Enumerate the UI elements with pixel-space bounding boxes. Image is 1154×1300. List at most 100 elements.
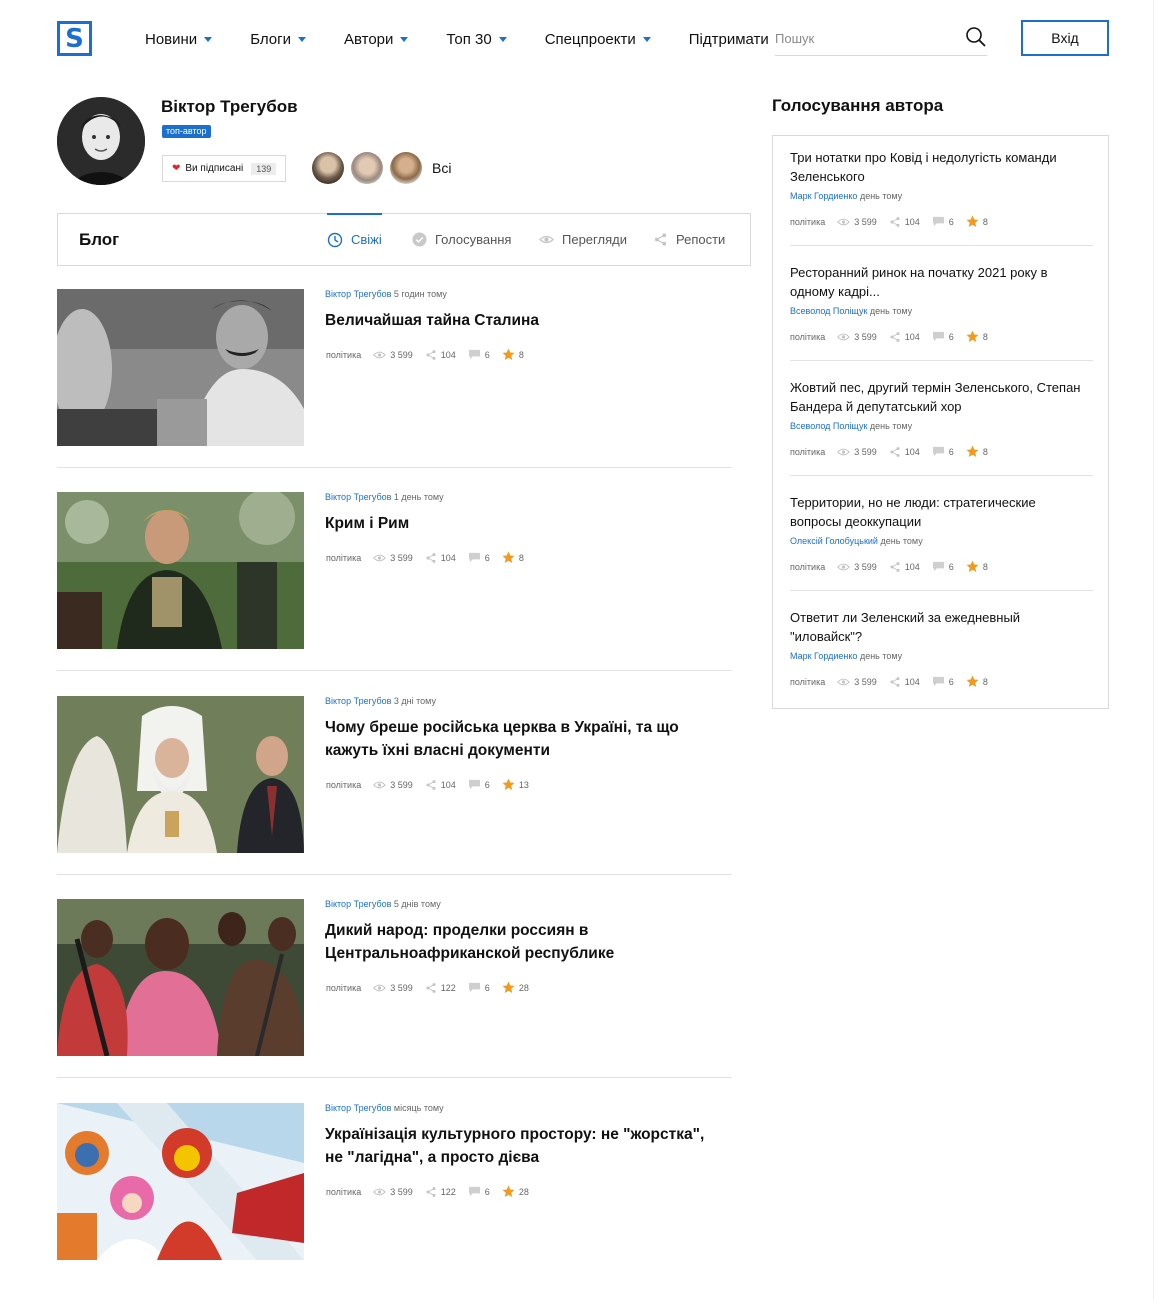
tab-fresh[interactable]: Свіжі: [327, 213, 382, 265]
post-image[interactable]: [57, 899, 304, 1056]
search-bar: [775, 24, 987, 56]
post-author-link[interactable]: Віктор Трегубов: [325, 696, 391, 706]
post-title[interactable]: Крим і Рим: [325, 512, 725, 535]
vote-tag[interactable]: політика: [790, 677, 825, 687]
views-count: 3 599: [390, 779, 413, 790]
tab-votes[interactable]: Голосування: [412, 214, 511, 265]
rating-stat: 8: [966, 675, 988, 688]
divider: [790, 245, 1093, 246]
vote-author-link[interactable]: Всеволод Поліщук: [790, 421, 867, 431]
post-tag[interactable]: політика: [326, 350, 361, 360]
star-icon: [966, 560, 979, 572]
divider: [57, 467, 732, 468]
post-stats: політика 3 599 122 6 28: [326, 1185, 541, 1198]
vote-item-stats: політика 3 599 104 6 8: [790, 675, 1000, 688]
vote-item-title[interactable]: Три нотатки про Ковід і недолугість кома…: [790, 149, 1090, 186]
post-author-link[interactable]: Віктор Трегубов: [325, 289, 391, 299]
star-icon: [502, 981, 515, 993]
vote-item-title[interactable]: Ресторанний ринок на початку 2021 року в…: [790, 264, 1090, 301]
post-image[interactable]: [57, 696, 304, 853]
rating-stat: 28: [502, 981, 529, 994]
chevron-down-icon: [642, 36, 651, 42]
share-icon: [890, 676, 900, 687]
comments-stat: 6: [932, 331, 954, 342]
vote-author-link[interactable]: Марк Гордиенко: [790, 651, 857, 661]
vote-author-link[interactable]: Всеволод Поліщук: [790, 306, 867, 316]
vote-item-title[interactable]: Территории, но не люди: стратегические в…: [790, 494, 1090, 531]
author-avatar[interactable]: [57, 97, 145, 185]
eye-icon: [373, 984, 387, 991]
comment-icon: [932, 676, 944, 687]
post-image[interactable]: [57, 1103, 304, 1260]
post-author-link[interactable]: Віктор Трегубов: [325, 1103, 391, 1113]
share-icon: [426, 1186, 436, 1197]
nav-item-authors[interactable]: Автори: [344, 31, 409, 48]
chevron-down-icon: [204, 36, 213, 42]
nav-item-blogs[interactable]: Блоги: [250, 31, 306, 48]
share-icon: [890, 561, 900, 572]
comments-count: 6: [948, 561, 954, 572]
vote-item: Территории, но не люди: стратегические в…: [790, 481, 1093, 596]
shares-stat: 104: [425, 779, 456, 791]
views-stat: 3 599: [373, 983, 413, 993]
post-tag[interactable]: політика: [326, 1187, 361, 1197]
search-input[interactable]: [775, 24, 955, 52]
nav-item-support[interactable]: Підтримати: [689, 31, 769, 48]
comments-count: 6: [484, 982, 490, 993]
shares-count: 104: [440, 349, 456, 360]
all-subscribers-link[interactable]: Всі: [432, 160, 451, 176]
comments-count: 6: [948, 331, 954, 342]
views-count: 3 599: [390, 1186, 413, 1197]
comments-stat: 6: [468, 552, 490, 563]
author-name[interactable]: Віктор Трегубов: [161, 97, 298, 117]
nav-item-specprojects[interactable]: Спецпроекти: [545, 31, 651, 48]
nav-item-top30[interactable]: Топ 30: [446, 31, 507, 48]
vote-tag[interactable]: політика: [790, 217, 825, 227]
post-title[interactable]: Чому бреше російська церква в Україні, т…: [325, 716, 725, 762]
share-icon: [890, 446, 900, 457]
nav-item-news[interactable]: Новини: [145, 31, 213, 48]
comment-icon: [468, 982, 480, 993]
subscriber-avatar[interactable]: [351, 152, 383, 184]
tab-views[interactable]: Перегляди: [539, 214, 627, 265]
post-meta: Віктор Трегубов 5 годин тому: [325, 289, 447, 299]
login-button[interactable]: Вхід: [1021, 20, 1109, 56]
vote-item-title[interactable]: Ответит ли Зеленский за ежедневный "илов…: [790, 609, 1090, 646]
rating-count: 8: [982, 331, 988, 342]
vote-item-title[interactable]: Жовтий пес, другий термін Зеленського, С…: [790, 379, 1090, 416]
post-image[interactable]: [57, 492, 304, 649]
vote-tag[interactable]: політика: [790, 447, 825, 457]
nav-label: Блоги: [250, 30, 291, 48]
author-photo: [57, 97, 145, 185]
post-tag[interactable]: політика: [326, 983, 361, 993]
subscribe-button[interactable]: ❤ Ви підписані 139: [162, 155, 286, 182]
post-author-link[interactable]: Віктор Трегубов: [325, 899, 391, 909]
comment-icon: [932, 561, 944, 572]
tab-reposts[interactable]: Репости: [653, 214, 725, 265]
post-title[interactable]: Дикий народ: проделки россиян в Централь…: [325, 919, 725, 965]
eye-icon: [837, 218, 851, 225]
post-image[interactable]: [57, 289, 304, 446]
post-title[interactable]: Величайшая тайна Сталина: [325, 309, 725, 332]
post-tag[interactable]: політика: [326, 553, 361, 563]
eye-icon: [373, 554, 387, 561]
post-author-link[interactable]: Віктор Трегубов: [325, 492, 391, 502]
heart-icon: ❤: [172, 163, 181, 174]
top-author-badge: топ-автор: [162, 125, 211, 138]
post-time: 3 дні тому: [393, 696, 436, 706]
post-time: 5 годин тому: [393, 289, 447, 299]
subscriber-avatar[interactable]: [312, 152, 344, 184]
vote-item-meta: Марк Гордиенко день тому: [790, 651, 902, 661]
vote-tag[interactable]: політика: [790, 332, 825, 342]
site-logo[interactable]: S: [57, 21, 92, 56]
subscribe-label: Ви підписані: [185, 163, 244, 174]
post-title[interactable]: Українізація культурного простору: не "ж…: [325, 1123, 725, 1169]
comments-stat: 6: [468, 982, 490, 993]
post-tag[interactable]: політика: [326, 780, 361, 790]
vote-tag[interactable]: політика: [790, 562, 825, 572]
divider: [790, 360, 1093, 361]
vote-author-link[interactable]: Олексій Голобуцький: [790, 536, 878, 546]
vote-author-link[interactable]: Марк Гордиенко: [790, 191, 857, 201]
subscriber-avatar[interactable]: [390, 152, 422, 184]
search-icon[interactable]: [965, 26, 987, 48]
